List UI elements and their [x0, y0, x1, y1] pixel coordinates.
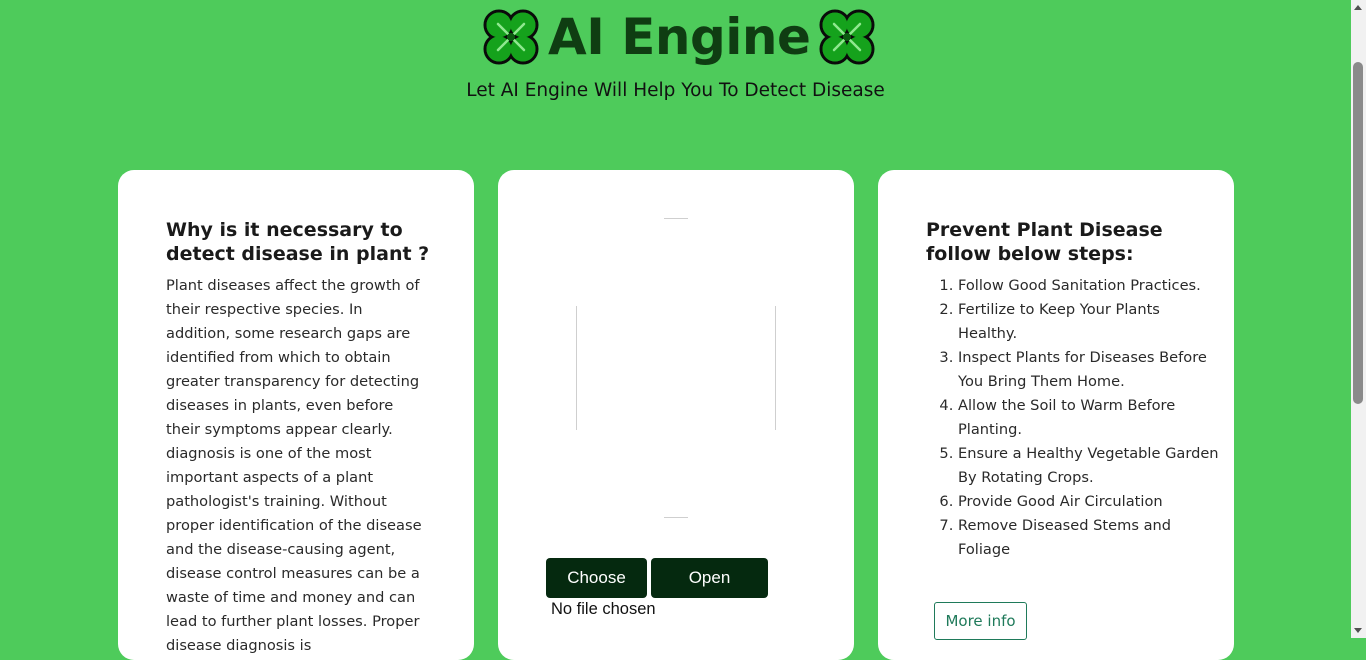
prevent-disease-card: Prevent Plant Disease follow below steps…: [878, 170, 1234, 660]
page-title: AI Engine: [548, 8, 811, 66]
list-item: Fertilize to Keep Your Plants Healthy.: [958, 298, 1220, 346]
upload-card: Choose File Open Camera No file chosen: [498, 170, 854, 660]
list-item: Inspect Plants for Diseases Before You B…: [958, 346, 1220, 394]
why-detect-heading: Why is it necessary to detect disease in…: [166, 219, 430, 265]
preview-frame-bottom: [664, 517, 688, 518]
more-info-button[interactable]: More info: [934, 602, 1027, 640]
prevention-steps-list: Follow Good Sanitation Practices. Fertil…: [926, 274, 1220, 562]
list-item: Allow the Soil to Warm Before Planting.: [958, 394, 1220, 442]
preview-frame-top: [664, 218, 688, 219]
image-preview-area: [576, 218, 776, 518]
four-leaf-clover-icon: [483, 9, 539, 65]
scroll-down-arrow-icon[interactable]: [1354, 628, 1362, 633]
preview-frame-left: [576, 306, 577, 430]
why-detect-text: Plant diseases affect the growth of thei…: [166, 277, 422, 654]
choose-file-button[interactable]: Choose File: [546, 558, 647, 627]
list-item: Provide Good Air Circulation: [958, 490, 1220, 514]
title-row: AI Engine: [478, 4, 880, 70]
list-item: Follow Good Sanitation Practices.: [958, 274, 1220, 298]
page-subtitle: Let AI Engine Will Help You To Detect Di…: [466, 80, 885, 101]
scroll-up-arrow-icon[interactable]: [1354, 5, 1362, 10]
vertical-scrollbar[interactable]: [1351, 0, 1366, 638]
four-leaf-clover-icon: [819, 9, 875, 65]
preview-frame-right: [775, 306, 776, 430]
prevent-disease-heading: Prevent Plant Disease follow below steps…: [926, 219, 1163, 265]
scrollbar-thumb[interactable]: [1353, 62, 1363, 404]
open-camera-button[interactable]: Open Camera: [651, 558, 768, 627]
list-item: Ensure a Healthy Vegetable Garden By Rot…: [958, 442, 1220, 490]
why-detect-card: Why is it necessary to detect disease in…: [118, 170, 474, 660]
file-status-text: No file chosen: [551, 600, 656, 618]
list-item: Remove Diseased Stems and Foliage: [958, 514, 1220, 562]
